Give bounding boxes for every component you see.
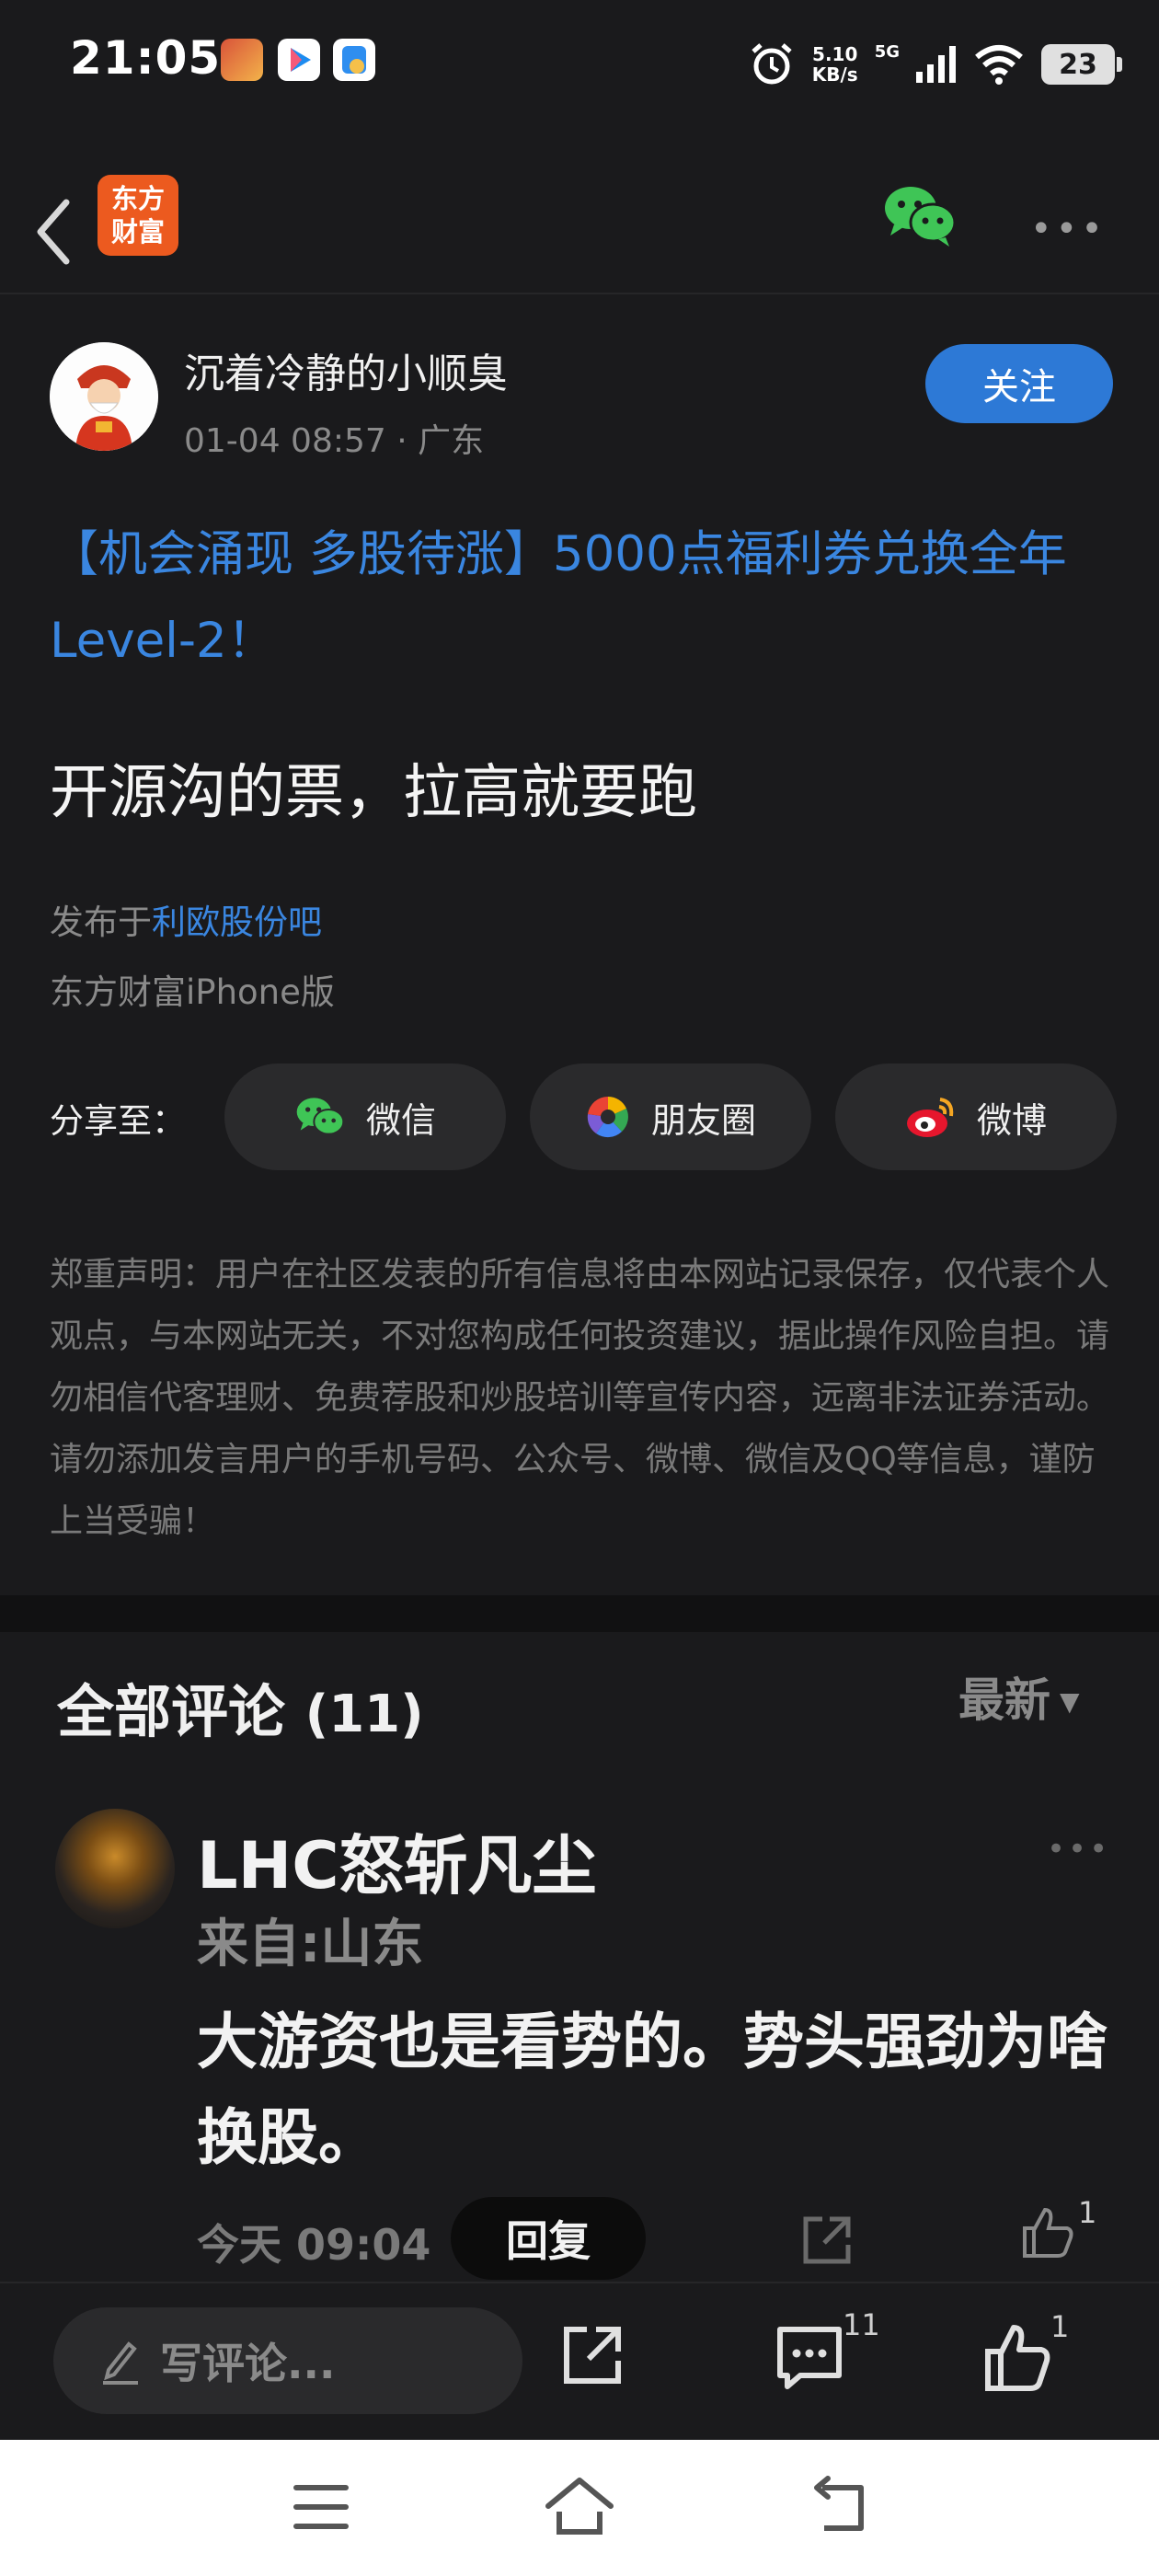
menu-icon: [293, 2485, 349, 2529]
moments-icon: [587, 1096, 628, 1138]
comment-like-button[interactable]: [1019, 2204, 1076, 2265]
author-avatar[interactable]: [50, 342, 158, 451]
top-nav: 东方 财富 •••: [0, 156, 1159, 294]
comment-share-button[interactable]: [798, 2212, 855, 2272]
disclaimer-text: 郑重声明：用户在社区发表的所有信息将由本网站记录保存，仅代表个人观点，与本网站无…: [50, 1256, 1110, 1540]
back-button[interactable]: [26, 180, 90, 272]
game-app-icon: [221, 39, 263, 81]
commenter-name[interactable]: LHC怒斩凡尘: [197, 1814, 597, 1907]
forum-link[interactable]: 利欧股份吧: [152, 903, 322, 942]
share-icon: [803, 2216, 851, 2264]
bottom-action-bar: 写评论... 11 1: [0, 2282, 1159, 2440]
video-app-icon: [278, 39, 320, 81]
like-button[interactable]: [981, 2320, 1054, 2398]
network-speed: 5.10 KB/s: [811, 43, 858, 86]
comments-count: (11): [304, 1685, 424, 1744]
share-label: 分享至：: [50, 1101, 186, 1141]
wechat-icon: [296, 1098, 345, 1135]
wifi-icon: [975, 45, 1023, 85]
wechat-share-button[interactable]: [881, 182, 958, 252]
share-weibo-button[interactable]: 微博: [835, 1064, 1117, 1170]
promo-link[interactable]: 【机会涌现 多股待涨】5000点福利券兑换全年Level-2！: [50, 512, 1107, 684]
more-options-button[interactable]: •••: [1030, 208, 1107, 250]
network-type: 5G: [874, 41, 900, 62]
follow-button[interactable]: 关注: [925, 344, 1113, 423]
comments-button[interactable]: [773, 2320, 846, 2398]
write-comment-input[interactable]: 写评论...: [53, 2307, 522, 2414]
system-navigation-bar: [0, 2440, 1159, 2576]
thumbs-up-icon: [1023, 2207, 1073, 2258]
weibo-icon: [906, 1098, 954, 1137]
home-icon: [545, 2478, 614, 2535]
post-meta: 01-04 08:57 · 广东: [184, 422, 485, 460]
alarm-icon: [752, 43, 792, 85]
comment-more-button[interactable]: •••: [1047, 1831, 1110, 1868]
comment-placeholder: 写评论...: [160, 2339, 336, 2388]
section-divider: [0, 1595, 1159, 1632]
menu-button[interactable]: [291, 2475, 351, 2543]
author-name[interactable]: 沉着冷静的小顺臭: [184, 340, 508, 399]
status-indicators: 5.10 KB/s 5G 23: [748, 28, 1122, 101]
caret-down-icon: ▼: [1060, 1686, 1080, 1717]
commenter-location: 来自:山东: [197, 1915, 424, 1974]
signal-icon: [916, 46, 956, 83]
comment-count-badge: 11: [843, 2307, 880, 2342]
wechat-icon: [885, 187, 957, 247]
share-moments-button[interactable]: 朋友圈: [530, 1064, 811, 1170]
comment-bubble-icon: [777, 2327, 842, 2389]
comment-body: 大游资也是看势的。势头强劲为啥换股。: [197, 2007, 1107, 2173]
comments-header: 全部评论 (11): [57, 1678, 424, 1745]
comment-time: 今天 09:04: [197, 2220, 431, 2270]
app-logo: 东方 财富: [98, 175, 178, 256]
pencil-icon: [103, 2341, 138, 2385]
home-button[interactable]: [543, 2475, 616, 2543]
published-in: 发布于利欧股份吧: [50, 903, 322, 942]
post-device: 东方财富iPhone版: [50, 972, 335, 1012]
post-body: 开源沟的票，拉高就要跑: [50, 759, 697, 827]
share-wechat-label: 微信: [365, 1099, 436, 1141]
comment-like-count: 1: [1078, 2195, 1097, 2230]
chat-app-icon: [333, 39, 375, 81]
share-icon: [564, 2327, 621, 2384]
thumbs-up-icon: [985, 2325, 1050, 2391]
back-arrow-icon: [814, 2476, 864, 2531]
sort-dropdown[interactable]: 最新 ▼: [958, 1663, 1080, 1730]
status-bar: 21:05 5.10 KB/s 5G 23: [0, 0, 1159, 129]
share-wechat-button[interactable]: 微信: [224, 1064, 506, 1170]
back-nav-button[interactable]: [806, 2475, 872, 2543]
like-count-badge: 1: [1050, 2309, 1070, 2344]
status-time: 21:05: [70, 31, 222, 85]
battery-indicator: 23: [1041, 44, 1122, 85]
share-button[interactable]: [557, 2320, 627, 2394]
share-moments-label: 朋友圈: [650, 1099, 756, 1141]
reply-button[interactable]: 回复: [451, 2197, 646, 2280]
share-weibo-label: 微博: [976, 1099, 1047, 1141]
chevron-left-icon: [37, 199, 70, 265]
commenter-avatar[interactable]: [55, 1809, 175, 1928]
